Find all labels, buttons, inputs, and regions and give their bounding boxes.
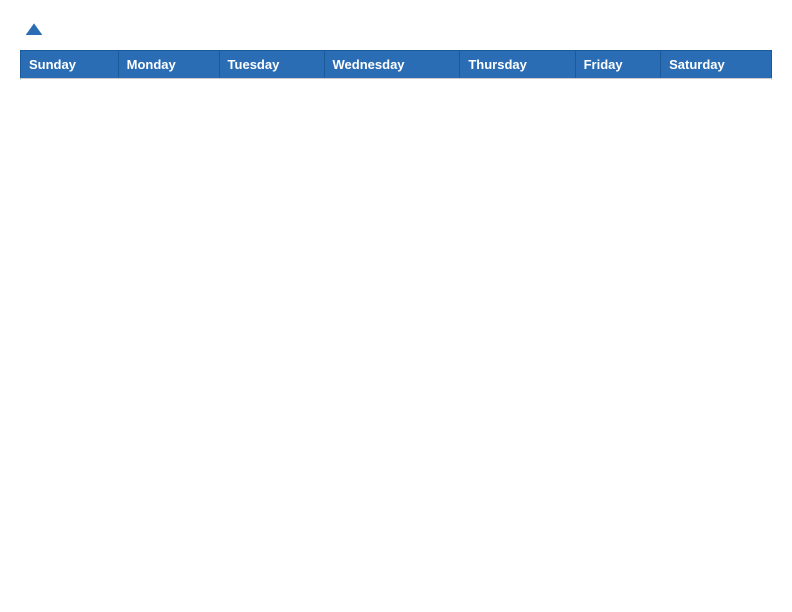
calendar-header-friday: Friday: [575, 51, 660, 79]
calendar-header-sunday: Sunday: [21, 51, 119, 79]
logo: [20, 20, 44, 40]
calendar-header-tuesday: Tuesday: [219, 51, 324, 79]
calendar-header-monday: Monday: [118, 51, 219, 79]
calendar-header-thursday: Thursday: [460, 51, 575, 79]
calendar-header-wednesday: Wednesday: [324, 51, 460, 79]
logo-icon: [24, 20, 44, 40]
page-header: [20, 20, 772, 40]
calendar-header-saturday: Saturday: [661, 51, 772, 79]
calendar-table: SundayMondayTuesdayWednesdayThursdayFrid…: [20, 50, 772, 79]
calendar-header-row: SundayMondayTuesdayWednesdayThursdayFrid…: [21, 51, 772, 79]
